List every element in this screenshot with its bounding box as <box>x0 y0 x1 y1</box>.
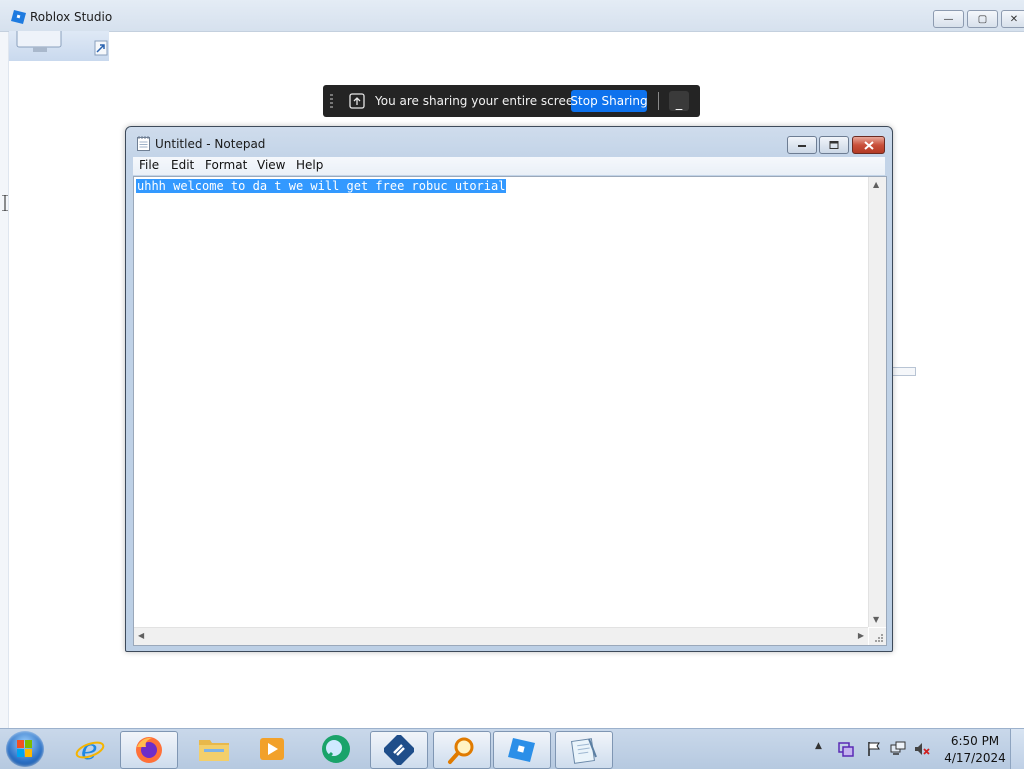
chat-app-icon <box>322 735 350 763</box>
roblox-studio-icon <box>508 738 535 762</box>
notepad-icon <box>137 136 150 151</box>
sharing-status-text: You are sharing your entire screen. <box>375 94 585 108</box>
panel-splitter[interactable] <box>893 367 916 376</box>
taskbar-installer-app[interactable] <box>370 731 428 769</box>
clock-date[interactable]: 4/17/2024 <box>944 751 1006 765</box>
media-player-icon <box>260 738 284 760</box>
vertical-scrollbar[interactable]: ▲ ▼ <box>868 177 886 627</box>
volume-muted-icon[interactable] <box>914 741 930 757</box>
scroll-left-arrow-icon[interactable]: ◀ <box>138 631 144 640</box>
text-editor-area[interactable]: uhhh welcome to da t we will get free ro… <box>133 176 887 646</box>
maximize-icon <box>829 141 839 149</box>
action-center-flag-icon[interactable] <box>866 741 882 757</box>
roblox-studio-icon <box>11 10 26 24</box>
menu-help[interactable]: Help <box>296 158 323 172</box>
notepad-maximize-button[interactable] <box>819 136 849 154</box>
svg-text:e: e <box>81 733 98 765</box>
drag-handle[interactable] <box>330 94 333 109</box>
minimize-share-bar-button[interactable]: _ <box>669 91 689 111</box>
notepad-minimize-button[interactable] <box>787 136 817 154</box>
taskbar-file-explorer[interactable] <box>186 731 242 767</box>
menu-view[interactable]: View <box>257 158 285 172</box>
menu-bar: File Edit Format View Help <box>133 157 885 175</box>
windows-logo-icon <box>17 740 32 757</box>
taskbar-internet-explorer[interactable]: e <box>62 731 118 767</box>
stop-sharing-button[interactable]: Stop Sharing <box>570 90 648 112</box>
internet-explorer-icon: e <box>75 733 105 765</box>
studio-thumbnail[interactable] <box>9 24 109 61</box>
roblox-studio-titlebar[interactable]: Roblox Studio — ▢ ✕ <box>0 0 1024 32</box>
screen-share-bar[interactable]: You are sharing your entire screen. Stop… <box>323 85 700 117</box>
share-screen-icon <box>349 93 365 109</box>
network-icon[interactable] <box>890 741 906 757</box>
minimize-icon <box>798 145 806 147</box>
magnifier-icon <box>448 737 474 764</box>
left-edge-panel <box>0 32 9 728</box>
window-title: Roblox Studio <box>30 10 113 24</box>
horizontal-scrollbar[interactable]: ◀ ▶ <box>134 627 868 645</box>
notepad-title: Untitled - Notepad <box>155 137 266 151</box>
installer-icon <box>384 735 414 765</box>
taskbar-media-player[interactable] <box>244 731 300 767</box>
show-desktop-button[interactable] <box>1010 729 1024 769</box>
taskbar-teams-app[interactable] <box>308 731 364 767</box>
close-button[interactable]: ✕ <box>1001 10 1024 28</box>
taskbar-firefox[interactable] <box>120 731 178 769</box>
taskbar-notepad[interactable] <box>555 731 613 769</box>
folder-icon <box>199 740 229 761</box>
computer-icon <box>16 24 108 56</box>
divider <box>658 92 659 110</box>
taskbar: e ▲ 6:50 PM 4/17/2024 <box>0 728 1024 769</box>
notepad-window[interactable]: Untitled - Notepad File Edit Format View… <box>125 126 893 652</box>
close-icon <box>863 140 874 150</box>
maximize-button[interactable]: ▢ <box>967 10 998 28</box>
taskbar-roblox-studio[interactable] <box>493 731 551 769</box>
clock-time[interactable]: 6:50 PM <box>944 734 1006 748</box>
start-button[interactable] <box>6 731 44 767</box>
resize-grip-icon[interactable] <box>869 628 886 645</box>
text-cursor-icon <box>2 195 8 211</box>
app-tray-icon[interactable] <box>838 741 854 757</box>
firefox-icon <box>136 737 162 763</box>
menu-format[interactable]: Format <box>205 158 247 172</box>
taskbar-search-app[interactable] <box>433 731 491 769</box>
scroll-right-arrow-icon[interactable]: ▶ <box>858 631 864 640</box>
show-hidden-icons-icon[interactable]: ▲ <box>815 741 831 757</box>
menu-file[interactable]: File <box>139 158 159 172</box>
selected-text[interactable]: uhhh welcome to da t we will get free ro… <box>136 179 507 193</box>
notepad-icon <box>571 738 597 764</box>
notepad-close-button[interactable] <box>852 136 885 154</box>
scroll-up-arrow-icon[interactable]: ▲ <box>873 180 879 189</box>
minimize-button[interactable]: — <box>933 10 964 28</box>
menu-edit[interactable]: Edit <box>171 158 194 172</box>
scroll-down-arrow-icon[interactable]: ▼ <box>873 615 879 624</box>
